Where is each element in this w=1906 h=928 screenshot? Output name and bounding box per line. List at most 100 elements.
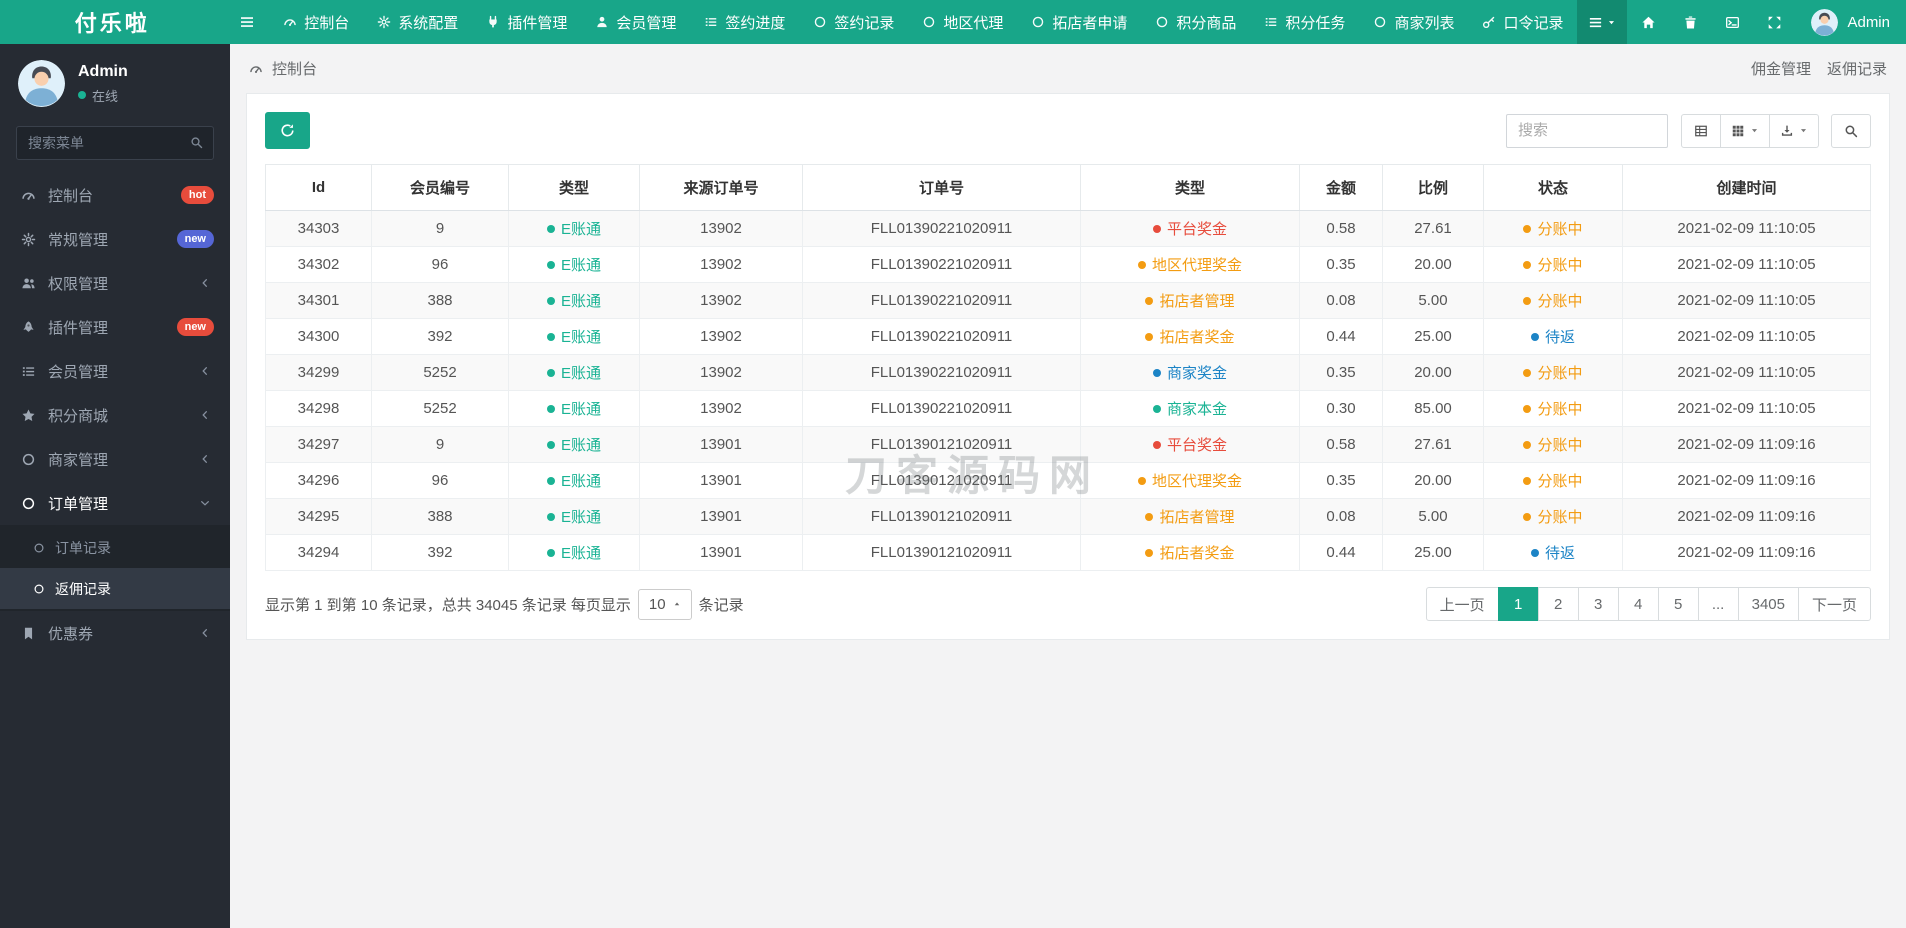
chevron-down-icon (196, 497, 214, 509)
status-badge: E账通 (546, 470, 601, 491)
sidebar-item-0[interactable]: 控制台 hot (0, 173, 230, 217)
dot-icon (546, 440, 555, 449)
status-badge: E账通 (546, 434, 601, 455)
sidebar-toggle-button[interactable] (224, 0, 269, 44)
topnav-item[interactable]: 会员管理 (581, 0, 690, 44)
column-header[interactable]: 金额 (1299, 164, 1383, 211)
topnav-item[interactable]: 积分商品 (1141, 0, 1250, 44)
breadcrumb-item-console[interactable]: 控制台 (272, 58, 317, 79)
cell-status: 分账中 (1483, 210, 1623, 247)
badge: new (176, 318, 214, 336)
refresh-button[interactable] (265, 112, 310, 149)
sidebar-item-5[interactable]: 积分商城 (0, 393, 230, 437)
cell-status: 分账中 (1483, 354, 1623, 391)
table-search-input[interactable] (1506, 113, 1668, 148)
sidebar-item-8[interactable]: 优惠券 (0, 611, 230, 655)
page-button[interactable]: 3405 (1737, 587, 1799, 621)
table-body: 34303 9 E账通 13902 FLL01390221020911 平台奖金 0.58 2… (265, 210, 1871, 571)
terminal-button[interactable] (1711, 0, 1753, 44)
cell-id: 34297 (265, 426, 372, 463)
sidebar-subitem-1[interactable]: 返佣记录 (0, 568, 230, 609)
list-icon (704, 15, 718, 29)
next-page-button[interactable]: 下一页 (1797, 587, 1871, 621)
status-badge: 分账中 (1523, 398, 1583, 419)
page-size-select[interactable]: 10 (637, 588, 692, 620)
chevron-left-icon (196, 365, 214, 377)
topnav-item[interactable]: 系统配置 (363, 0, 472, 44)
sidebar-item-2[interactable]: 权限管理 (0, 261, 230, 305)
search-button[interactable] (1831, 113, 1871, 148)
ellipsis-button[interactable]: ... (1697, 587, 1739, 621)
topnav-item[interactable]: 插件管理 (472, 0, 581, 44)
column-header[interactable]: 类型 (1080, 164, 1300, 211)
column-header[interactable]: 比例 (1382, 164, 1484, 211)
page-button[interactable]: 3 (1577, 587, 1619, 621)
cell-bonus-type: 拓店者奖金 (1080, 534, 1300, 571)
avatar[interactable] (18, 60, 65, 107)
cell-source-order-no: 13902 (639, 246, 803, 283)
menu-search-input[interactable] (16, 126, 214, 160)
cell-id: 34299 (265, 354, 372, 391)
prev-page-button[interactable]: 上一页 (1425, 587, 1499, 621)
page-button[interactable]: 4 (1617, 587, 1659, 621)
cell-account-type: E账通 (508, 246, 640, 283)
column-header[interactable]: 会员编号 (371, 164, 509, 211)
table-row[interactable]: 34299 5252 E账通 13902 FLL01390221020911 商家奖金 0.… (265, 354, 1871, 391)
menu-style-dropdown[interactable] (1577, 0, 1628, 44)
user-menu[interactable]: Admin (1795, 0, 1906, 44)
columns-button[interactable] (1720, 113, 1770, 148)
cell-account-type: E账通 (508, 534, 640, 571)
topnav-item[interactable]: 签约记录 (799, 0, 908, 44)
sidebar-item-3[interactable]: 插件管理 new (0, 305, 230, 349)
status-badge: 分账中 (1523, 434, 1583, 455)
topnav-item-label: 积分商品 (1176, 14, 1237, 32)
clear-cache-button[interactable] (1669, 0, 1711, 44)
table-row[interactable]: 34300 392 E账通 13902 FLL01390221020911 拓店者奖金 0.… (265, 318, 1871, 355)
topbar-right: Admin (1577, 0, 1906, 44)
column-header[interactable]: 来源订单号 (639, 164, 803, 211)
breadcrumb-parent: 佣金管理 (1750, 61, 1811, 78)
toggle-view-button[interactable] (1681, 113, 1721, 148)
dot-icon (1523, 440, 1532, 449)
topnav-item[interactable]: 地区代理 (908, 0, 1017, 44)
cell-amount: 0.35 (1299, 354, 1383, 391)
topnav-item[interactable]: 商家列表 (1359, 0, 1468, 44)
export-button[interactable] (1769, 113, 1819, 148)
table-row[interactable]: 34294 392 E账通 13901 FLL01390121020911 拓店者奖金 0.… (265, 534, 1871, 571)
column-header[interactable]: 类型 (508, 164, 640, 211)
table-row[interactable]: 34295 388 E账通 13901 FLL01390121020911 拓店者管理 0.… (265, 498, 1871, 535)
topnav-item[interactable]: 口令记录 (1468, 0, 1577, 44)
sidebar-item-7[interactable]: 订单管理 (0, 481, 230, 525)
status-badge: 拓店者奖金 (1145, 326, 1235, 347)
table-row[interactable]: 34301 388 E账通 13902 FLL01390221020911 拓店者管理 0.… (265, 282, 1871, 319)
cell-source-order-no: 13902 (639, 390, 803, 427)
table-row[interactable]: 34302 96 E账通 13902 FLL01390221020911 地区代理奖金 0.… (265, 246, 1871, 283)
topnav-item[interactable]: 拓店者申请 (1017, 0, 1141, 44)
sidebar-subitem-0[interactable]: 订单记录 (0, 527, 230, 568)
sidebar-item-6[interactable]: 商家管理 (0, 437, 230, 481)
column-header[interactable]: 订单号 (802, 164, 1081, 211)
table-row[interactable]: 34298 5252 E账通 13902 FLL01390221020911 商家本金 0.… (265, 390, 1871, 427)
fullscreen-button[interactable] (1753, 0, 1795, 44)
page-button[interactable]: 2 (1537, 587, 1579, 621)
page-button[interactable]: 1 (1497, 587, 1539, 621)
topnav-item[interactable]: 积分任务 (1250, 0, 1359, 44)
cell-created-at: 2021-02-09 11:09:16 (1622, 498, 1871, 535)
sidebar-item-1[interactable]: 常规管理 new (0, 217, 230, 261)
pagination: 上一页 1 2 3 4 5... 3405 下一页 (1425, 587, 1871, 621)
home-button[interactable] (1627, 0, 1669, 44)
topnav-item[interactable]: 签约进度 (690, 0, 799, 44)
table-row[interactable]: 34297 9 E账通 13901 FLL01390121020911 平台奖金 0.58 2… (265, 426, 1871, 463)
column-header[interactable]: 状态 (1483, 164, 1623, 211)
page-button[interactable]: 5 (1657, 587, 1699, 621)
cell-id: 34298 (265, 390, 372, 427)
sidebar-item-4[interactable]: 会员管理 (0, 349, 230, 393)
brand-logo[interactable]: 付乐啦 (0, 0, 224, 44)
table-row[interactable]: 34296 96 E账通 13901 FLL01390121020911 地区代理奖金 0.… (265, 462, 1871, 499)
table-row[interactable]: 34303 9 E账通 13902 FLL01390221020911 平台奖金 0.58 2… (265, 210, 1871, 247)
cell-id: 34295 (265, 498, 372, 535)
status-badge: 待返 (1530, 542, 1575, 563)
column-header[interactable]: Id (265, 164, 372, 211)
topnav-item[interactable]: 控制台 (269, 0, 363, 44)
column-header[interactable]: 创建时间 (1622, 164, 1871, 211)
